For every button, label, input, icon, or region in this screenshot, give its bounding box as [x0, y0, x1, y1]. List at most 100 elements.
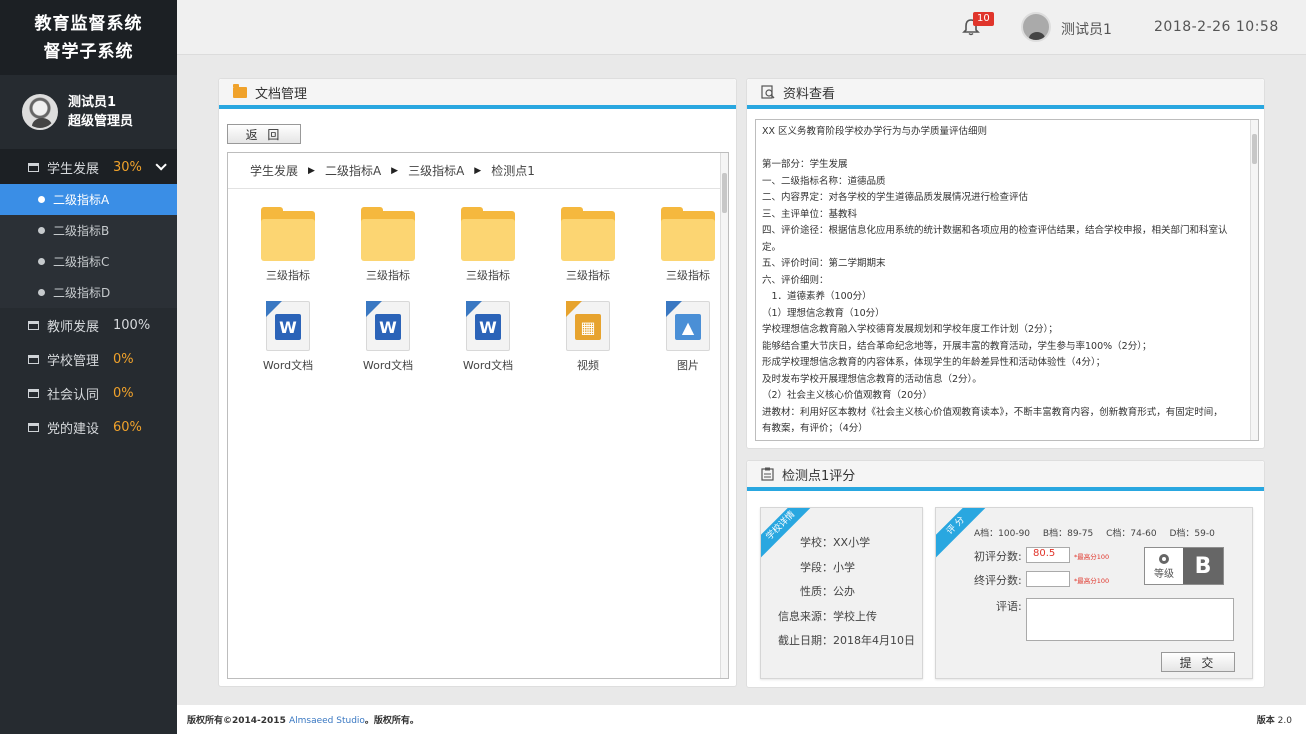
info-value: 2018年4月10日	[833, 634, 915, 648]
video-file-tile[interactable]: ▦ 视频	[538, 301, 638, 383]
level-value: B	[1183, 548, 1223, 584]
sidebar-subitem-b[interactable]: 二级指标B	[0, 215, 177, 246]
top-bar: 10 测试员1 2018-2-26 10:58	[177, 0, 1306, 55]
footer: 版权所有©2014-2015 Almsaeed Studio。版权所有。 版本 …	[177, 705, 1306, 734]
category-icon	[28, 422, 39, 432]
info-value: XX小学	[833, 536, 871, 550]
doc-line: 进教材：利用好区本教材《社会主义核心价值观教育读本》，不断丰富教育内容，创新教育…	[762, 406, 1223, 418]
sidebar-subitem-c[interactable]: 二级指标C	[0, 246, 177, 277]
doc-line: （1）理想信念教育（10分）	[762, 307, 885, 319]
version-label: 版本	[1256, 716, 1275, 726]
comment-textarea[interactable]	[1026, 598, 1234, 641]
doc-line: 六、评价细则：	[762, 274, 829, 286]
studio-link[interactable]: Almsaeed Studio	[289, 716, 365, 726]
folder-tile[interactable]: 三级指标	[338, 207, 438, 291]
breadcrumb-item[interactable]: 学生发展	[250, 162, 298, 179]
grade-c: C档：74-60	[1106, 529, 1157, 539]
breadcrumb: 学生发展 ▶ 二级指标A ▶ 三级指标A ▶ 检测点1	[228, 153, 728, 189]
panel-title: 资料查看	[783, 86, 836, 102]
panel-title: 检测点1评分	[782, 468, 856, 484]
category-icon	[28, 320, 39, 330]
breadcrumb-item[interactable]: 二级指标A	[325, 162, 381, 179]
bullet-icon	[38, 289, 45, 296]
word-file-tile[interactable]: W Word文档	[438, 301, 538, 383]
file-browser-scrollbar[interactable]	[720, 153, 728, 678]
info-key: 性质：	[800, 585, 833, 599]
grade-a: A档：100-90	[974, 529, 1031, 539]
category-icon	[28, 388, 39, 398]
submit-button[interactable]: 提 交	[1161, 652, 1235, 672]
sidebar-item-party-building[interactable]: 党的建设 60%	[0, 410, 177, 444]
grade-level-display: 等级 B	[1144, 547, 1224, 585]
final-score-input[interactable]	[1026, 571, 1070, 587]
version-info: 版本 2.0	[1257, 713, 1292, 726]
header-avatar[interactable]	[1021, 12, 1051, 42]
copyright: 版权所有©2014-2015 Almsaeed Studio。版权所有。	[187, 713, 419, 726]
word-file-tile[interactable]: W Word文档	[238, 301, 338, 383]
initial-score-hint: *最高分100	[1074, 553, 1110, 561]
doc-line: 有教案，有评价；（4分）	[762, 423, 868, 434]
info-row-deadline: 截止日期： 2018年4月10日	[761, 628, 922, 653]
word-doc-icon: W	[466, 301, 510, 351]
sidebar-item-percent: 100%	[113, 317, 151, 333]
chevron-down-icon	[155, 159, 167, 171]
sidebar-subitem-label: 二级指标B	[53, 224, 110, 238]
breadcrumb-separator-icon: ▶	[391, 165, 399, 176]
info-row-stage: 学段： 小学	[761, 555, 922, 580]
sidebar-item-label: 社会认同	[47, 387, 100, 403]
medal-icon	[1159, 553, 1169, 564]
comment-label: 评语:	[996, 600, 1022, 613]
copyright-suffix: 。版权所有。	[364, 716, 419, 726]
sidebar-subitem-label: 二级指标A	[53, 193, 110, 207]
sidebar-subitem-a[interactable]: 二级指标A	[0, 184, 177, 215]
level-label: 等级	[1154, 568, 1174, 580]
folder-tile[interactable]: 三级指标	[238, 207, 338, 291]
tile-label: 三级指标	[566, 269, 610, 282]
header-datetime: 2018-2-26 10:58	[1154, 19, 1279, 35]
document-text: XX 区义务教育阶段学校办学行为与办学质量评估细则 第一部分：学生发展 一、二级…	[755, 119, 1259, 441]
folder-tile[interactable]: 三级指标	[438, 207, 538, 291]
grade-b: B档：89-75	[1042, 529, 1094, 539]
info-value: 小学	[833, 560, 855, 574]
document-viewer-panel: 资料查看 XX 区义务教育阶段学校办学行为与办学质量评估细则 第一部分：学生发展…	[746, 78, 1265, 449]
breadcrumb-item[interactable]: 三级指标A	[408, 162, 464, 179]
info-value: 学校上传	[833, 609, 877, 623]
doc-line: 四、评价途径：根据信息化应用系统的统计数据和各项应用的检查评估结果，结合学校申报…	[762, 225, 1228, 253]
avatar	[22, 94, 58, 130]
breadcrumb-item[interactable]: 检测点1	[491, 162, 535, 179]
tile-label: 三级指标	[366, 269, 410, 282]
sidebar-item-label: 学生发展	[47, 161, 100, 177]
document-search-icon	[761, 85, 775, 99]
version-number: 2.0	[1277, 716, 1292, 726]
user-panel: 测试员1 超级管理员	[0, 75, 177, 150]
sidebar-item-student-development[interactable]: 学生发展 30%	[0, 150, 177, 184]
back-button[interactable]: 返 回	[227, 124, 301, 144]
bullet-icon	[38, 227, 45, 234]
doc-line: 一、二级指标名称：道德品质	[762, 175, 886, 187]
sidebar-item-percent: 0%	[113, 385, 134, 401]
grade-d: D档：59-0	[1169, 529, 1215, 539]
word-file-tile[interactable]: W Word文档	[338, 301, 438, 383]
doc-line: 能够结合重大节庆日，结合革命纪念地等，开展丰富的教育活动，学生参与率100%（2…	[762, 340, 1152, 352]
sidebar-subitem-d[interactable]: 二级指标D	[0, 277, 177, 308]
user-role: 超级管理员	[68, 114, 134, 129]
word-doc-icon: W	[266, 301, 310, 351]
initial-score-input[interactable]: 80.5	[1026, 547, 1070, 563]
sidebar-item-school-management[interactable]: 学校管理 0%	[0, 342, 177, 376]
folder-tile[interactable]: 三级指标	[538, 207, 638, 291]
user-name: 测试员1	[68, 95, 117, 110]
document-scrollbar[interactable]	[1250, 120, 1258, 440]
info-key: 信息来源：	[778, 609, 833, 623]
document-management-panel: 文档管理 返 回 学生发展 ▶ 二级指标A ▶ 三级指标A ▶ 检测点1 三级指…	[218, 78, 737, 687]
sidebar-subitem-label: 二级指标D	[53, 286, 111, 300]
panel-header: 资料查看	[747, 79, 1264, 109]
app-brand: 教育监督系统 督学子系统	[0, 0, 177, 75]
panel-header: 检测点1评分	[747, 461, 1264, 491]
sidebar-item-teacher-development[interactable]: 教师发展 100%	[0, 308, 177, 342]
initial-score-label: 初评分数:	[974, 550, 1022, 563]
header-user-name[interactable]: 测试员1	[1061, 19, 1112, 39]
sidebar-item-percent: 0%	[113, 351, 134, 367]
sidebar-item-social-recognition[interactable]: 社会认同 0%	[0, 376, 177, 410]
sidebar-item-percent: 30%	[113, 159, 142, 175]
panel-header: 文档管理	[219, 79, 736, 109]
